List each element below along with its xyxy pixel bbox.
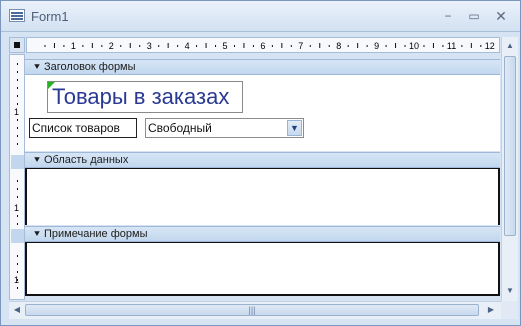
ruler-tick xyxy=(480,45,482,47)
size-grip[interactable] xyxy=(501,301,518,319)
ruler-number: 4 xyxy=(185,41,190,51)
ruler-tick xyxy=(366,45,368,47)
ruler-tick xyxy=(139,45,141,47)
ruler-tick xyxy=(91,43,93,48)
form-title-label[interactable]: Товары в заказах xyxy=(47,81,243,113)
ruler-number: 6 xyxy=(260,41,265,51)
detail-area[interactable] xyxy=(25,168,500,225)
svg-text:1: 1 xyxy=(14,203,19,213)
form-window: Form1 − ▭ ✕ 1 2 3 4 5 6 7 8 9 10 11 12 1 1 1 xyxy=(0,0,521,326)
form-icon xyxy=(9,9,25,22)
ruler-tick xyxy=(404,45,406,47)
ruler-number: 7 xyxy=(298,41,303,51)
ruler-tick xyxy=(82,45,84,47)
maximize-button[interactable]: ▭ xyxy=(464,8,484,24)
section-label: Область данных xyxy=(44,154,129,166)
ruler-tick xyxy=(442,45,444,47)
section-arrow-icon: ⯆ xyxy=(33,62,41,73)
horizontal-ruler[interactable]: 1 2 3 4 5 6 7 8 9 10 11 12 xyxy=(26,37,500,53)
title-bar[interactable]: Form1 − ▭ ✕ xyxy=(1,1,520,32)
ruler-number: 10 xyxy=(409,41,419,51)
svg-text:1: 1 xyxy=(14,275,19,285)
corner-marker-icon xyxy=(48,82,55,89)
scroll-up-icon[interactable]: ▲ xyxy=(504,40,516,52)
section-bar-form-footer[interactable]: ⯆ Примечание формы xyxy=(25,226,500,242)
ruler-tick xyxy=(290,45,292,47)
ruler-tick xyxy=(252,45,254,47)
ruler-tick xyxy=(328,45,330,47)
section-label: Примечание формы xyxy=(44,228,148,240)
ruler-tick xyxy=(44,45,46,47)
section-label: Заголовок формы xyxy=(44,61,136,73)
horizontal-scroll-thumb[interactable]: ||| xyxy=(25,304,479,316)
scroll-left-icon[interactable]: ◀ xyxy=(11,304,23,316)
section-bar-detail[interactable]: ⯆ Область данных xyxy=(25,152,500,168)
ruler-tick xyxy=(309,45,311,47)
vertical-scrollbar[interactable]: ▲ ▼ xyxy=(501,37,518,301)
ruler-tick xyxy=(53,43,55,48)
ruler-number: 11 xyxy=(447,41,456,51)
ruler-tick xyxy=(205,43,207,48)
close-button[interactable]: ✕ xyxy=(491,8,511,24)
section-arrow-icon: ⯆ xyxy=(33,155,41,166)
ruler-tick xyxy=(423,45,425,47)
chevron-down-icon[interactable]: ▼ xyxy=(287,120,302,136)
ruler-tick xyxy=(233,45,235,47)
ruler-number: 12 xyxy=(485,41,495,51)
vertical-scroll-thumb[interactable] xyxy=(504,56,516,236)
ruler-tick xyxy=(129,43,131,48)
ruler-tick xyxy=(158,45,160,47)
ruler-tick xyxy=(101,45,103,47)
ruler-tick xyxy=(196,45,198,47)
ruler-tick xyxy=(461,45,463,47)
scroll-down-icon[interactable]: ▼ xyxy=(504,285,516,297)
footer-area[interactable] xyxy=(25,242,500,296)
ruler-tick xyxy=(167,43,169,48)
scroll-right-icon[interactable]: ▶ xyxy=(485,304,497,316)
ruler-tick xyxy=(395,43,397,48)
ruler-number: 3 xyxy=(147,41,152,51)
ruler-number: 1 xyxy=(71,41,76,51)
section-bar-form-header[interactable]: ⯆ Заголовок формы xyxy=(25,59,500,75)
minimize-button[interactable]: − xyxy=(438,8,458,24)
ruler-tick xyxy=(177,45,179,47)
ruler-tick xyxy=(347,45,349,47)
ruler-tick xyxy=(470,43,472,48)
ruler-tick xyxy=(319,43,321,48)
ruler-number: 2 xyxy=(109,41,114,51)
section-arrow-icon: ⯆ xyxy=(33,229,41,240)
ruler-tick xyxy=(271,45,273,47)
ruler-tick xyxy=(432,43,434,48)
product-combobox[interactable]: Свободный ▼ xyxy=(145,118,304,138)
combobox-value: Свободный xyxy=(148,121,212,135)
ruler-tick xyxy=(281,43,283,48)
ruler-tick xyxy=(385,45,387,47)
form-selector[interactable] xyxy=(9,37,25,53)
ruler-number: 8 xyxy=(336,41,341,51)
ruler-tick xyxy=(243,43,245,48)
ruler-number: 5 xyxy=(223,41,228,51)
svg-text:1: 1 xyxy=(14,107,19,117)
ruler-tick xyxy=(357,43,359,48)
product-list-label[interactable]: Список товаров xyxy=(29,118,137,138)
ruler-tick xyxy=(63,45,65,47)
ruler-number: 9 xyxy=(374,41,379,51)
horizontal-scrollbar[interactable]: ◀ ||| ▶ xyxy=(9,301,501,319)
vertical-ruler[interactable]: 1 1 1 xyxy=(9,54,25,300)
ruler-tick xyxy=(215,45,217,47)
window-title: Form1 xyxy=(31,9,69,24)
ruler-tick xyxy=(120,45,122,47)
